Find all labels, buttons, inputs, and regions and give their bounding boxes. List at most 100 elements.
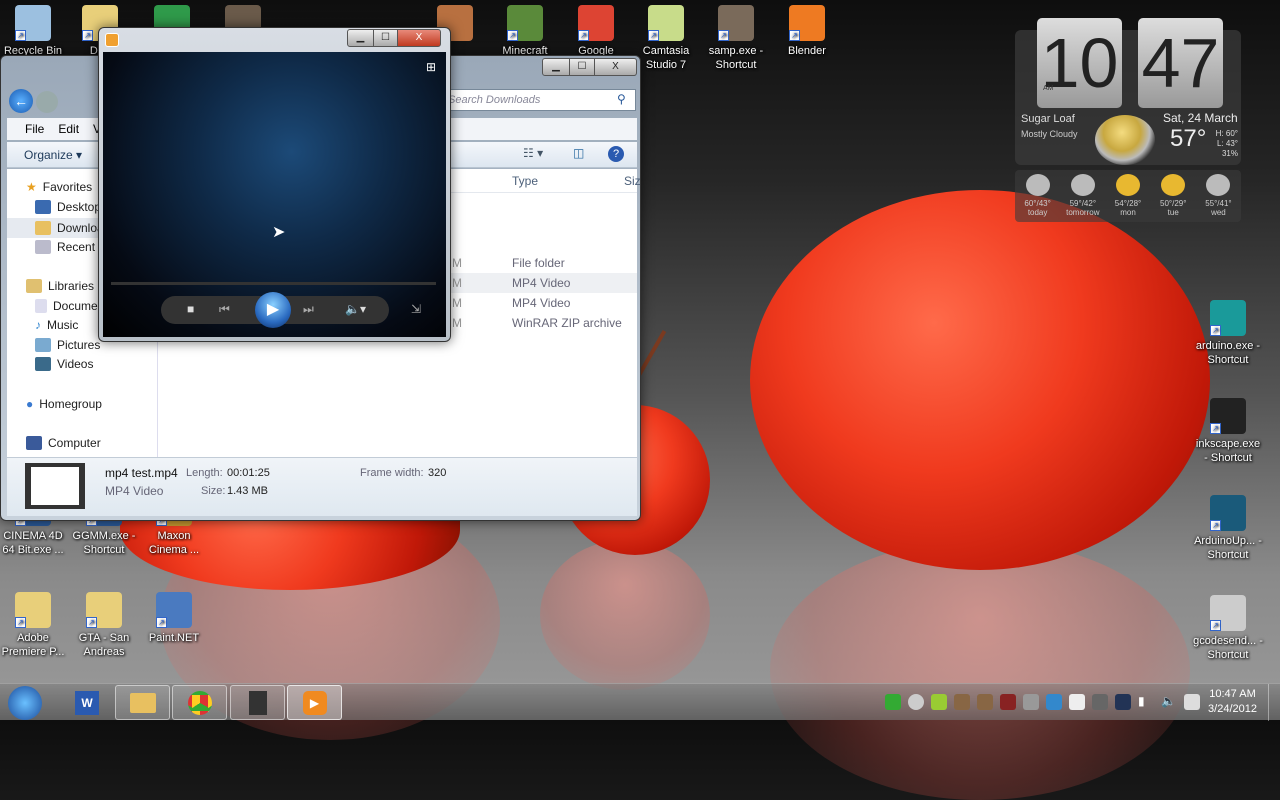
details-pane: mp4 test.mp4 MP4 Video Length: 00:01:25 … — [7, 458, 637, 516]
menu-file[interactable]: File — [25, 122, 44, 136]
show-desktop-button[interactable] — [1268, 684, 1280, 721]
taskbar-chrome[interactable] — [172, 685, 227, 720]
signal-icon[interactable]: ▮ — [1138, 694, 1154, 710]
desktop-icon[interactable]: ↗ GTA - San Andreas — [69, 592, 139, 659]
column-type[interactable]: Type — [512, 174, 538, 188]
weather-high: H: 60° — [1215, 129, 1238, 138]
desktop-icon[interactable]: ↗ arduino.exe - Shortcut — [1193, 300, 1263, 367]
preview-pane-icon[interactable]: ◫ — [573, 146, 584, 160]
desktop-icon[interactable]: ↗ Blender — [772, 5, 842, 58]
volume-icon[interactable]: 🔈▾ — [345, 302, 366, 316]
player-minimize-button[interactable]: ▁ — [347, 29, 374, 47]
desktop-icon[interactable]: ↗ Adobe Premiere P... — [0, 592, 68, 659]
tray-error-icon[interactable] — [1000, 694, 1016, 710]
desktop-icon-label: Paint.NET — [148, 632, 200, 644]
tray-tools-icon[interactable] — [1023, 694, 1039, 710]
minimize-button[interactable]: ▁ — [542, 58, 570, 76]
desktop-icon[interactable]: ↗ Camtasia Studio 7 — [631, 5, 701, 72]
forecast-weather-icon — [1206, 174, 1231, 196]
forecast-day-label: tomorrow — [1066, 208, 1100, 217]
view-options-icon[interactable]: ☷ ▾ — [523, 146, 543, 160]
forecast-temps: 59°/42° — [1069, 199, 1097, 208]
file-type: File folder — [512, 256, 565, 270]
previous-button[interactable]: ⏮ — [219, 302, 230, 317]
details-filename: mp4 test.mp4 — [105, 466, 178, 480]
desktop-icon-label: Blender — [788, 45, 826, 57]
nav-videos[interactable]: Videos — [57, 357, 93, 371]
nav-homegroup[interactable]: Homegroup — [39, 397, 102, 411]
clock-minute: 47 — [1138, 18, 1223, 108]
organize-button[interactable]: Organize ▾ — [24, 148, 82, 162]
help-icon[interactable]: ? — [608, 146, 624, 162]
action-center-icon[interactable] — [1069, 694, 1085, 710]
weather-humidity: 31% — [1221, 149, 1238, 158]
nav-favorites[interactable]: Favorites — [43, 180, 92, 194]
desktop-icon[interactable]: ↗ Recycle Bin — [0, 5, 68, 58]
desktop-icon[interactable]: ↗ Minecraft — [490, 5, 560, 58]
power-icon[interactable] — [1184, 694, 1200, 710]
desktop-icon — [35, 200, 51, 214]
start-button[interactable] — [8, 686, 42, 720]
desktop-icon-label: inkscape.exe - Shortcut — [1195, 438, 1261, 464]
desktop-icon-label: arduino.exe - Shortcut — [1195, 340, 1261, 366]
menu-edit[interactable]: Edit — [58, 122, 79, 136]
play-button[interactable]: ▶ — [255, 292, 291, 328]
details-length: 00:01:25 — [227, 467, 270, 479]
close-button[interactable]: X — [594, 58, 637, 76]
media-player-window[interactable]: ▁ ☐ X ⊞ ■ ⏮ ▶ ⏭ 🔈▾ ⇲ — [98, 27, 451, 342]
desktop-icon[interactable]: ↗ inkscape.exe - Shortcut — [1193, 398, 1263, 465]
nav-pictures[interactable]: Pictures — [57, 338, 100, 352]
tray-sync-icon[interactable] — [885, 694, 901, 710]
forecast-day-label: mon — [1120, 208, 1136, 217]
nav-libraries[interactable]: Libraries — [48, 279, 94, 293]
network-icon[interactable] — [1115, 694, 1131, 710]
taskbar-media-player[interactable]: ▶ — [287, 685, 342, 720]
tray-teamviewer-icon[interactable] — [1046, 694, 1062, 710]
nav-computer[interactable]: Computer — [48, 436, 101, 450]
nav-music[interactable]: Music — [47, 318, 78, 332]
search-input[interactable]: Search Downloads — [441, 89, 636, 111]
maximize-button[interactable]: ☐ — [569, 58, 595, 76]
app-icon: ↗ — [648, 5, 684, 41]
desktop-icon[interactable]: ↗ Paint.NET — [139, 592, 209, 645]
player-close-button[interactable]: X — [397, 29, 441, 47]
forecast-day: 55°/41° wed — [1196, 170, 1241, 222]
seek-bar[interactable] — [111, 282, 436, 285]
column-size[interactable]: Siz — [624, 174, 641, 188]
taskbar-camera-app[interactable] — [230, 685, 285, 720]
forecast-day: 59°/42° tomorrow — [1060, 170, 1105, 222]
desktop-icon-label: GGMM.exe - Shortcut — [72, 530, 136, 556]
nav-desktop[interactable]: Desktop — [57, 200, 101, 214]
taskbar-clock[interactable]: 10:47 AM 3/24/2012 — [1200, 687, 1265, 717]
next-button[interactable]: ⏭ — [303, 302, 314, 317]
desktop-icon-label: Maxon Cinema ... — [148, 530, 200, 556]
tray-app2-icon[interactable] — [977, 694, 993, 710]
volume-tray-icon[interactable]: 🔈 — [1161, 694, 1177, 710]
forward-button[interactable] — [36, 91, 58, 113]
tray-circle-icon[interactable] — [908, 694, 924, 710]
shortcut-arrow-icon: ↗ — [86, 617, 97, 628]
app-icon: ↗ — [507, 5, 543, 41]
switch-to-library-icon[interactable]: ⊞ — [426, 60, 436, 74]
player-maximize-button[interactable]: ☐ — [373, 29, 398, 47]
back-button[interactable]: ← — [9, 89, 33, 113]
shortcut-arrow-icon: ↗ — [718, 30, 729, 41]
documents-icon — [35, 299, 47, 313]
details-size: 1.43 MB — [227, 485, 268, 497]
taskbar-word[interactable]: W — [62, 685, 112, 720]
taskbar-explorer[interactable] — [115, 685, 170, 720]
tray-display-icon[interactable] — [1092, 694, 1108, 710]
desktop-icon[interactable]: ↗ samp.exe - Shortcut — [701, 5, 771, 72]
details-size-label: Size: — [201, 485, 226, 497]
search-icon[interactable]: ⚲ — [617, 92, 626, 106]
tray-app-icon[interactable] — [954, 694, 970, 710]
weather-location: Sugar Loaf — [1021, 113, 1075, 125]
forecast-temps: 55°/41° — [1205, 199, 1232, 208]
music-icon: ♪ — [35, 318, 41, 332]
video-area[interactable]: ⊞ ■ ⏮ ▶ ⏭ 🔈▾ ⇲ — [103, 52, 446, 337]
tray-check-icon[interactable] — [931, 694, 947, 710]
fullscreen-icon[interactable]: ⇲ — [411, 302, 421, 316]
desktop-icon[interactable]: ↗ ArduinoUp... - Shortcut — [1193, 495, 1263, 562]
desktop-icon[interactable]: ↗ gcodesend... - Shortcut — [1193, 595, 1263, 662]
stop-button[interactable]: ■ — [187, 302, 194, 316]
